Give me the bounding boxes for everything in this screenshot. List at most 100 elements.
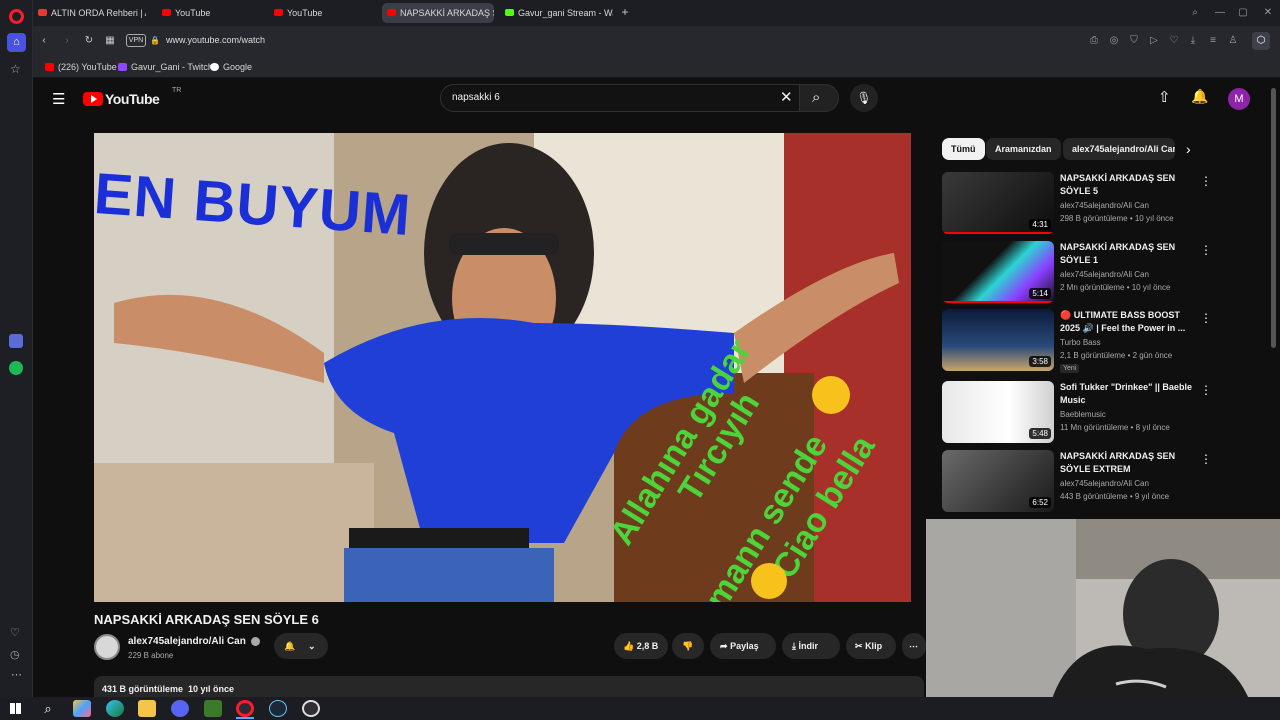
bookmark-youtube[interactable]: (226) YouTube: [45, 60, 117, 74]
edge-icon[interactable]: [106, 700, 124, 717]
extension-icon[interactable]: ⬡: [1252, 32, 1270, 50]
search-icon[interactable]: ⌕: [39, 700, 57, 717]
profile-icon[interactable]: ♙: [1226, 35, 1240, 47]
bookmark-twitch[interactable]: Gavur_Gani - Twitch: [118, 60, 213, 74]
ai-icon[interactable]: [9, 334, 23, 348]
chip-channel[interactable]: alex745alejandro/Ali Can: [1063, 138, 1175, 160]
search-input[interactable]: napsakki 6 ✕: [440, 84, 800, 112]
forward-icon[interactable]: ›: [60, 35, 74, 47]
tab-altin-orda[interactable]: ALTIN ORDA Rehberi | Ag: [33, 3, 146, 23]
recommendation-title[interactable]: NAPSAKKİ ARKADAŞ SEN SÖYLE 1: [1060, 241, 1192, 267]
video-title: NAPSAKKİ ARKADAŞ SEN SÖYLE 6: [94, 612, 319, 627]
clip-button[interactable]: ✂ Klip: [846, 633, 896, 659]
clear-search-icon[interactable]: ✕: [780, 88, 793, 106]
opera-taskbar-icon[interactable]: [236, 700, 254, 717]
recommendation-item[interactable]: 4:31 NAPSAKKİ ARKADAŞ SEN SÖYLE 5 alex74…: [942, 172, 1232, 236]
upload-icon[interactable]: ⇧: [1158, 88, 1171, 106]
recommendation-title[interactable]: 🔴 ULTIMATE BASS BOOST 2025 🔊 | Feel the …: [1060, 309, 1192, 335]
chevron-right-icon[interactable]: ›: [1186, 141, 1191, 157]
vpn-badge[interactable]: VPN: [126, 34, 146, 47]
more-vertical-icon[interactable]: ⋮: [1200, 452, 1212, 466]
reload-icon[interactable]: ↻: [82, 35, 96, 47]
avatar[interactable]: M: [1228, 88, 1250, 110]
close-window-icon[interactable]: ✕: [1261, 7, 1275, 19]
kick-icon: [505, 9, 514, 16]
discord-icon[interactable]: [171, 700, 189, 717]
download-button[interactable]: ⤓ İndir: [782, 633, 840, 659]
share-button[interactable]: ➦ Paylaş: [710, 633, 776, 659]
more-vertical-icon[interactable]: ⋮: [1200, 311, 1212, 325]
hamburger-menu-icon[interactable]: ☰: [52, 90, 65, 108]
download-icon[interactable]: ⤓: [1186, 35, 1200, 47]
app-icon[interactable]: [73, 700, 91, 717]
more-vertical-icon[interactable]: ⋮: [1200, 243, 1212, 257]
recommendation-channel[interactable]: Turbo Bass: [1060, 338, 1101, 347]
minimize-icon[interactable]: —: [1213, 7, 1227, 19]
maximize-icon[interactable]: ▢: [1236, 7, 1250, 19]
recommendation-item[interactable]: 5:14 NAPSAKKİ ARKADAŞ SEN SÖYLE 1 alex74…: [942, 241, 1232, 305]
star-icon[interactable]: ☆: [10, 62, 21, 76]
channel-name[interactable]: alex745alejandro/Ali Can: [128, 636, 246, 647]
windows-start-icon[interactable]: [7, 700, 25, 717]
url-field[interactable]: www.youtube.com/watch: [166, 35, 265, 45]
home-icon[interactable]: ⌂: [7, 33, 26, 52]
more-actions-button[interactable]: ⋯: [902, 633, 926, 659]
shield-icon[interactable]: ⛉: [1127, 35, 1141, 47]
heart-icon[interactable]: ♡: [10, 626, 20, 639]
spotify-icon[interactable]: [9, 361, 23, 375]
chip-from-search[interactable]: Aramanızdan: [986, 138, 1061, 160]
steam-icon[interactable]: [269, 700, 287, 717]
recommendation-channel[interactable]: alex745alejandro/Ali Can: [1060, 270, 1149, 279]
heart-icon[interactable]: ♡: [1167, 35, 1181, 47]
recommendation-channel[interactable]: Baeblemusic: [1060, 410, 1106, 419]
tab-youtube-2[interactable]: YouTube: [269, 3, 374, 23]
voice-search-button[interactable]: 🎙: [850, 84, 878, 112]
recommendation-item[interactable]: 3:58 🔴 ULTIMATE BASS BOOST 2025 🔊 | Feel…: [942, 309, 1232, 373]
tab-napsakki[interactable]: NAPSAKKİ ARKADAŞ SEN: [382, 3, 494, 23]
history-icon[interactable]: ◷: [10, 648, 20, 661]
recommendation-channel[interactable]: alex745alejandro/Ali Can: [1060, 479, 1149, 488]
recommendation-title[interactable]: NAPSAKKİ ARKADAŞ SEN SÖYLE EXTREM: [1060, 450, 1192, 476]
recommendation-item[interactable]: 6:52 NAPSAKKİ ARKADAŞ SEN SÖYLE EXTREM a…: [942, 450, 1232, 514]
description-box[interactable]: 431 B görüntüleme 10 yıl önce: [94, 676, 924, 697]
dislike-button[interactable]: 👎: [672, 633, 704, 659]
tabs-grid-icon[interactable]: ▦: [103, 35, 117, 47]
file-explorer-icon[interactable]: [138, 700, 156, 717]
video-player[interactable]: EN BUYUM Allahına gadar Tırcıyıh Amann s…: [94, 133, 911, 602]
video-thumbnail[interactable]: 3:58: [942, 309, 1054, 371]
nvidia-icon[interactable]: [204, 700, 222, 717]
recommendation-channel[interactable]: alex745alejandro/Ali Can: [1060, 201, 1149, 210]
camera-icon[interactable]: ◎: [1107, 35, 1121, 47]
channel-avatar[interactable]: [94, 634, 120, 660]
more-vertical-icon[interactable]: ⋮: [1200, 174, 1212, 188]
video-thumbnail[interactable]: 5:14: [942, 241, 1054, 303]
subscription-bell-button[interactable]: 🔔 ⌄: [274, 633, 328, 659]
obs-icon[interactable]: [302, 700, 320, 717]
recommendation-meta: 2 Mn görüntüleme • 10 yıl önce: [1060, 283, 1171, 292]
new-tab-icon[interactable]: +: [618, 6, 632, 18]
bookmark-google[interactable]: Google: [210, 60, 252, 74]
play-icon[interactable]: ▷: [1147, 35, 1161, 47]
video-thumbnail[interactable]: 4:31: [942, 172, 1054, 234]
like-button[interactable]: 👍 2,8 B: [614, 633, 668, 659]
recommendation-title[interactable]: Sofi Tukker "Drinkee" || Baeble Music: [1060, 381, 1192, 407]
tab-kick-stream[interactable]: Gavur_gani Stream - Watc: [500, 3, 613, 23]
page-scrollbar[interactable]: [1271, 88, 1276, 348]
recommendation-item[interactable]: 5:48 Sofi Tukker "Drinkee" || Baeble Mus…: [942, 381, 1232, 445]
opera-logo-icon[interactable]: [9, 9, 24, 24]
tab-youtube-1[interactable]: YouTube: [157, 3, 262, 23]
address-bar: ‹ › ↻ ▦ VPN 🔒 www.youtube.com/watch ⎙ ◎ …: [33, 26, 1280, 56]
search-button[interactable]: ⌕: [799, 84, 839, 112]
views-and-date: 431 B görüntüleme 10 yıl önce: [102, 684, 235, 694]
more-vertical-icon[interactable]: ⋮: [1200, 383, 1212, 397]
menu-icon[interactable]: ≡: [1206, 35, 1220, 47]
video-thumbnail[interactable]: 5:48: [942, 381, 1054, 443]
more-icon[interactable]: ⋯: [11, 668, 22, 681]
search-tabs-icon[interactable]: ⌕: [1188, 7, 1202, 19]
recommendation-title[interactable]: NAPSAKKİ ARKADAŞ SEN SÖYLE 5: [1060, 172, 1192, 198]
video-thumbnail[interactable]: 6:52: [942, 450, 1054, 512]
chip-all[interactable]: Tümü: [942, 138, 985, 160]
back-icon[interactable]: ‹: [37, 35, 51, 47]
notifications-icon[interactable]: 🔔: [1191, 88, 1208, 105]
screenshot-icon[interactable]: ⎙: [1087, 35, 1101, 47]
